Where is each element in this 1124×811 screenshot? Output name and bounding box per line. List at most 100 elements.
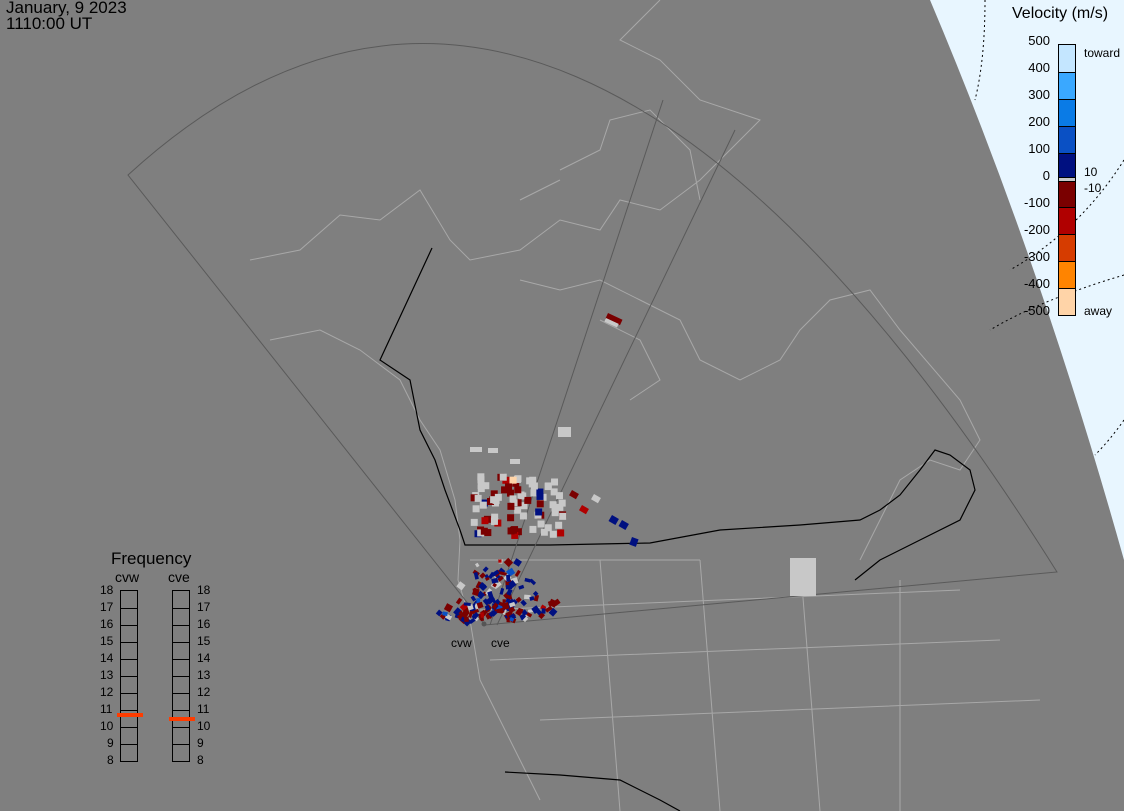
colorbar-segment xyxy=(1059,45,1075,72)
scatter-cell xyxy=(505,585,513,590)
frequency-tick-label: 8 xyxy=(107,753,114,767)
velocity-tick-label: 100 xyxy=(1028,141,1050,156)
frequency-tick-label: 12 xyxy=(100,685,114,699)
velocity-tick-label: -100 xyxy=(1023,195,1050,210)
scatter-cell xyxy=(464,616,469,622)
frequency-grid-line xyxy=(121,676,137,677)
scatter-cell xyxy=(490,517,498,525)
frequency-tick-label: 13 xyxy=(100,668,114,682)
scatter-cell xyxy=(629,537,639,547)
scatter-cell xyxy=(514,569,521,577)
scatter-cells xyxy=(435,313,639,627)
velocity-legend-title: Velocity (m/s) xyxy=(1012,5,1109,22)
frequency-grid-line xyxy=(121,744,137,745)
frequency-grid-line xyxy=(173,659,189,660)
colorbar-segment xyxy=(1059,153,1075,180)
scatter-cell xyxy=(470,518,478,526)
velocity-tick-label: 300 xyxy=(1028,87,1050,102)
frequency-bar-cve xyxy=(169,590,195,762)
scatter-cell xyxy=(494,493,502,501)
frequency-grid-line xyxy=(173,676,189,677)
scatter-cell xyxy=(474,494,482,502)
radar-map xyxy=(127,0,1124,811)
scatter-cell xyxy=(555,521,563,529)
scatter-cell xyxy=(568,489,579,500)
scatter-cell xyxy=(536,492,544,500)
scatter-cell xyxy=(549,530,557,538)
frequency-grid-line xyxy=(121,659,137,660)
scatter-cell xyxy=(480,612,485,618)
scatter-cell xyxy=(443,603,454,613)
gs-upper-label: 10 xyxy=(1084,165,1098,179)
frequency-tick-label: 17 xyxy=(100,600,114,614)
scatter-cell xyxy=(541,608,546,614)
scatter-cell xyxy=(513,558,522,567)
colorbar-segment xyxy=(1059,207,1075,234)
scatter-cell xyxy=(558,427,571,437)
toward-label: toward xyxy=(1084,46,1121,60)
scatter-cell xyxy=(608,515,619,526)
scatter-cell xyxy=(514,486,522,494)
scatter-cell xyxy=(499,473,507,481)
velocity-tick-label: -500 xyxy=(1023,303,1050,318)
velocity-tick-label: -300 xyxy=(1023,249,1050,264)
scatter-cell xyxy=(482,566,489,573)
frequency-grid-line xyxy=(173,608,189,609)
frequency-tick-label: 17 xyxy=(197,600,211,614)
scatter-cell xyxy=(537,520,545,528)
scatter-cell xyxy=(472,588,477,593)
scatter-cell xyxy=(481,517,489,525)
scatter-cell xyxy=(506,574,511,582)
colorbar-segment xyxy=(1059,180,1075,207)
frequency-radar-label-cve: cve xyxy=(168,569,190,585)
scatter-cell xyxy=(484,529,492,537)
velocity-tick-label: 0 xyxy=(1042,168,1050,183)
velocity-tick-label: -200 xyxy=(1023,222,1050,237)
frequency-marker xyxy=(169,716,195,721)
gs-lower-label: -10 xyxy=(1084,181,1102,195)
velocity-tick-label: 500 xyxy=(1028,33,1050,48)
scatter-cell xyxy=(488,448,498,453)
frequency-tick-label: 15 xyxy=(197,634,211,648)
frequency-grid-line xyxy=(173,744,189,745)
scatter-cell xyxy=(520,599,527,607)
scatter-cell xyxy=(529,525,537,533)
frequency-tick-label: 14 xyxy=(197,651,211,665)
colorbar-segment xyxy=(1059,126,1075,153)
frequency-grid-line xyxy=(121,642,137,643)
frequency-tick-label: 10 xyxy=(100,719,114,733)
frequency-radar-label-cvw: cvw xyxy=(115,569,140,585)
radar-site-marker xyxy=(481,621,487,627)
frequency-grid-line xyxy=(173,727,189,728)
coastlines xyxy=(249,0,1041,811)
frequency-tick-label: 18 xyxy=(197,583,211,597)
frequency-marker xyxy=(117,713,143,718)
radar-beam-lines xyxy=(489,99,736,626)
velocity-tick-label: -400 xyxy=(1023,276,1050,291)
scatter-cell xyxy=(530,482,538,490)
scatter-cell xyxy=(524,577,531,583)
scatter-cell xyxy=(519,512,527,520)
scatter-cell xyxy=(579,504,589,515)
scatter-cell xyxy=(507,502,515,510)
colorbar-segment xyxy=(1059,261,1075,288)
colorbar-segment xyxy=(1059,234,1075,261)
ground-scatter-segment xyxy=(1059,177,1075,182)
radar-label-cve: cve xyxy=(491,636,510,650)
scatter-cell xyxy=(499,587,505,595)
scatter-cell xyxy=(470,447,482,452)
scatter-cell xyxy=(535,508,543,516)
frequency-tick-label: 18 xyxy=(100,583,114,597)
scatter-cell xyxy=(456,581,466,591)
scatter-cell xyxy=(455,597,463,605)
frequency-tick-label: 11 xyxy=(197,702,210,716)
velocity-colorbar xyxy=(1058,44,1076,316)
scatter-cell xyxy=(501,486,509,494)
scatter-cell xyxy=(479,572,486,579)
frequency-tick-label: 14 xyxy=(100,651,114,665)
frequency-grid-line xyxy=(121,608,137,609)
scatter-cell xyxy=(507,514,515,522)
scatter-cell xyxy=(524,496,532,504)
scatter-cell xyxy=(544,483,552,491)
frequency-tick-label: 10 xyxy=(197,719,211,733)
